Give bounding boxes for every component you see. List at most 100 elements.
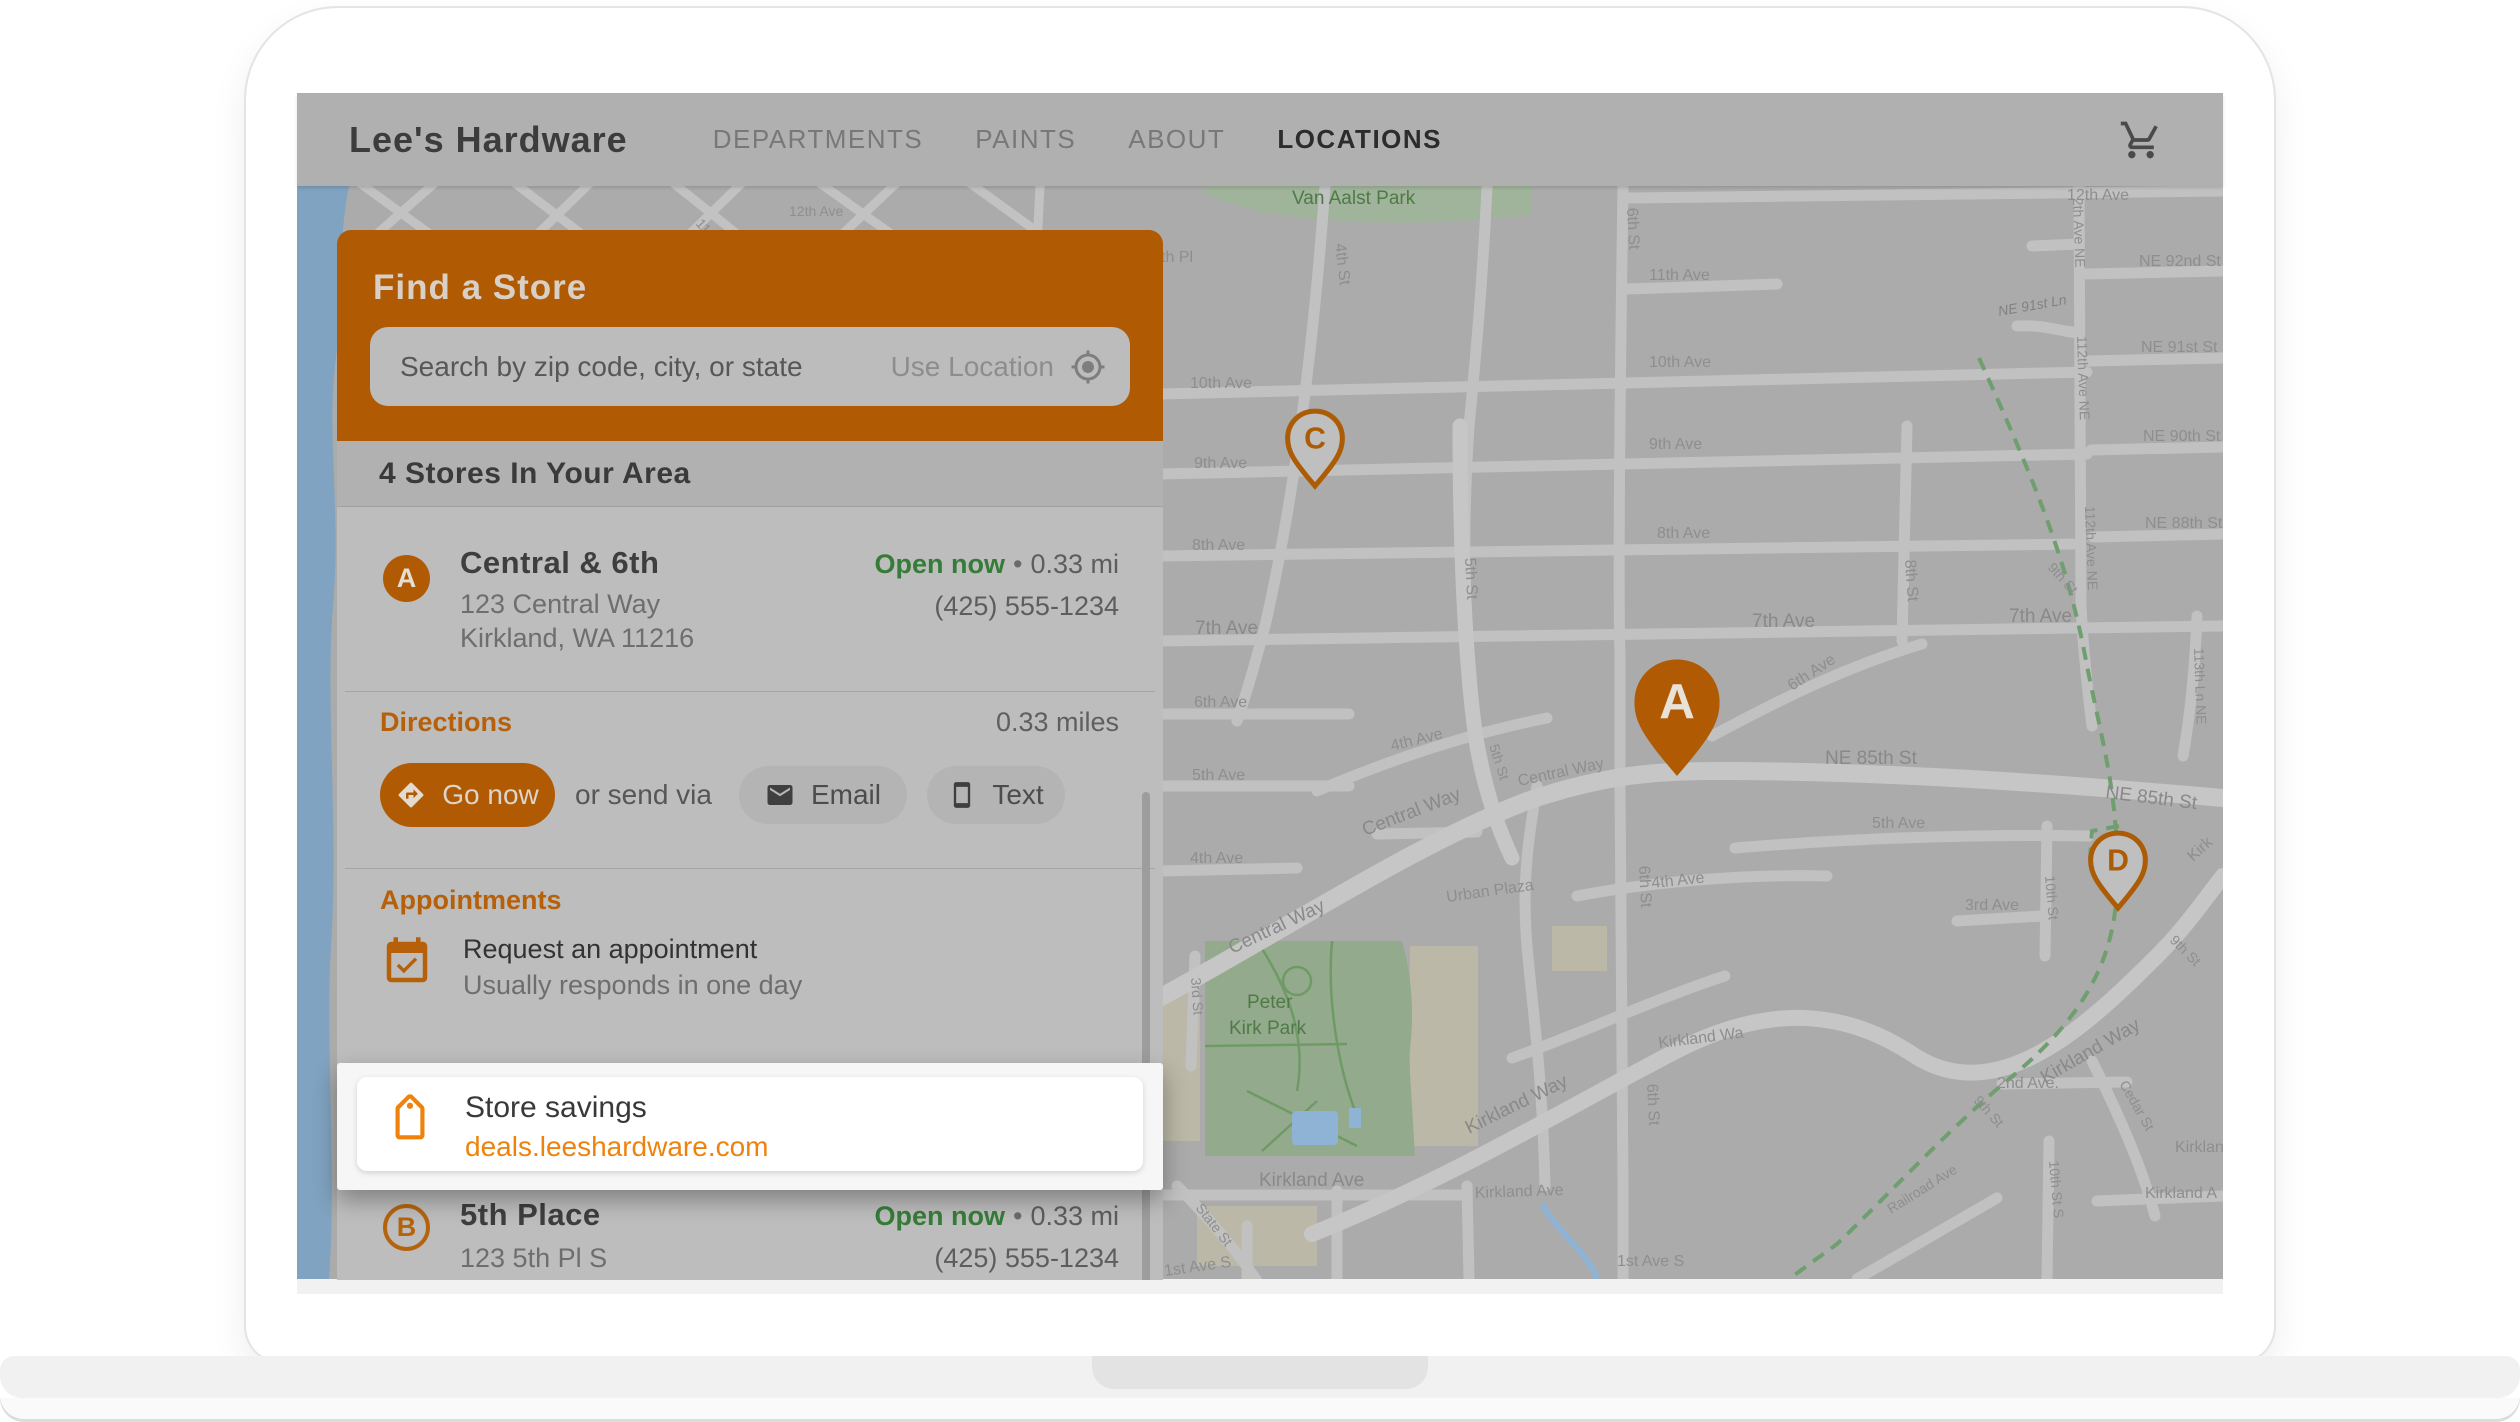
panel-scrollbar[interactable]	[1142, 792, 1150, 1280]
brand-logo[interactable]: Lee's Hardware	[349, 119, 628, 161]
use-location-label: Use Location	[891, 351, 1054, 383]
map-label-11th-ave: 11th Ave	[1649, 267, 1710, 284]
map-label-1st-ave-s-e: 1st Ave S	[1617, 1253, 1684, 1270]
map-label-ne-85th-w: NE 85th St	[1825, 748, 1918, 769]
tag-icon	[375, 1087, 446, 1158]
pin-a-letter: A	[1659, 674, 1695, 729]
map-label-12th-ave-west: 12th Ave	[789, 203, 843, 219]
map-label-kirk-park: Kirk Park	[1229, 1018, 1307, 1039]
page: Van Aalst Park th Pl 11th 12th Ave 12th …	[0, 0, 2520, 1422]
store-b-address1: 123 5th Pl S	[460, 1243, 607, 1274]
map-label-3rd-st: 3rd St	[1188, 977, 1207, 1015]
directions-icon	[396, 780, 426, 810]
panel-title: Find a Store	[373, 268, 587, 308]
map-label-5th-ave-m: 5th Ave	[1872, 815, 1925, 832]
map-label-kirkland-a: Kirkland A	[2145, 1185, 2217, 1202]
map-label-10th-ave-e: 10th Ave	[1649, 354, 1711, 371]
map-label-7th-ave-m: 7th Ave	[1752, 611, 1815, 632]
park-pond-small	[1349, 1108, 1361, 1128]
nav-link-paints[interactable]: PAINTS	[975, 124, 1076, 155]
store-b-badge: B	[383, 1204, 430, 1251]
store-a-badge: A	[383, 555, 430, 602]
store-a-name[interactable]: Central & 6th	[460, 545, 659, 581]
map-label-th-pl: th Pl	[1161, 249, 1193, 266]
map-label-6th-st-top: 6th St	[1623, 207, 1642, 250]
pin-d-letter: D	[2107, 845, 2129, 878]
store-savings-title: Store savings	[465, 1091, 647, 1125]
store-savings-card[interactable]: Store savings deals.leeshardware.com	[357, 1077, 1143, 1171]
appointment-response-note: Usually responds in one day	[463, 970, 802, 1001]
map-label-7th-ave-e: 7th Ave	[2009, 606, 2072, 627]
directions-title: Directions	[380, 707, 512, 738]
map-label-van-aalst-park: Van Aalst Park	[1292, 188, 1416, 209]
map-label-4th-ave-w: 4th Ave	[1190, 850, 1243, 867]
nav-link-about[interactable]: ABOUT	[1128, 124, 1225, 155]
bullet-separator: •	[1005, 549, 1030, 579]
map-label-8th-st: 8th St	[1901, 559, 1921, 602]
map-label-6th-ave-w: 6th Ave	[1194, 694, 1247, 711]
map-label-kirkland-ave-w: Kirkland Ave	[1259, 1170, 1364, 1191]
store-a-status-line: Open now•0.33 mi	[875, 549, 1120, 580]
map-label-kirkland-ave-m: Kirkland Ave	[1475, 1182, 1564, 1202]
map-label-6th-st-mid: 6th St	[1635, 865, 1654, 908]
store-b-distance: 0.33 mi	[1030, 1201, 1119, 1231]
map-label-ne-91st: NE 91st St	[2141, 339, 2218, 356]
nav-link-departments[interactable]: DEPARTMENTS	[713, 124, 924, 155]
map-label-8th-ave-e: 8th Ave	[1657, 525, 1710, 542]
store-b-name[interactable]: 5th Place	[460, 1197, 601, 1233]
appointments-title: Appointments	[380, 885, 562, 916]
map-label-3rd-ave: 3rd Ave	[1965, 897, 2019, 914]
map-label-112th-ave-ne-2: 112th Ave NE	[2082, 506, 2101, 591]
map-label-kirklan: Kirklan	[2175, 1139, 2223, 1156]
store-b-open-status: Open now	[875, 1201, 1006, 1231]
map-label-7th-ave-w: 7th Ave	[1195, 618, 1258, 639]
laptop-base	[0, 1398, 2520, 1422]
pin-c-letter: C	[1304, 423, 1326, 456]
map-label-113th-ln-ne: 113th Ln NE	[2191, 648, 2210, 725]
park-pond	[1292, 1111, 1338, 1145]
store-a-address2: Kirkland, WA 11216	[460, 623, 694, 654]
go-now-label: Go now	[442, 779, 539, 811]
store-a-open-status: Open now	[875, 549, 1006, 579]
store-search-box: Use Location	[370, 327, 1130, 406]
map-label-6th-st-s: 6th St	[1643, 1083, 1662, 1126]
search-input[interactable]	[398, 350, 891, 384]
top-nav: Lee's Hardware DEPARTMENTS PAINTS ABOUT …	[297, 93, 2223, 186]
or-send-via-label: or send via	[575, 779, 712, 811]
store-locator-panel: Find a Store Use Location 4 Stores In Yo…	[337, 230, 1163, 1280]
map-label-10th-ave-w: 10th Ave	[1190, 375, 1252, 392]
store-a-distance: 0.33 mi	[1030, 549, 1119, 579]
request-appointment-link[interactable]: Request an appointment	[463, 934, 757, 965]
email-button[interactable]: Email	[739, 766, 907, 824]
map-label-8th-ave-w: 8th Ave	[1192, 537, 1245, 554]
text-button[interactable]: Text	[927, 766, 1065, 824]
store-a-address1: 123 Central Way	[460, 589, 660, 620]
crosshair-icon	[1070, 349, 1106, 385]
use-location-button[interactable]: Use Location	[891, 349, 1106, 385]
map-label-112th-ave-ne-1: 112th Ave NE	[2074, 336, 2093, 421]
map-label-12th-ave-ne: 2th Ave NE	[2070, 198, 2088, 268]
browser-bottom-strip	[297, 1279, 2223, 1294]
store-b-phone[interactable]: (425) 555-1234	[934, 1243, 1119, 1274]
directions-distance: 0.33 miles	[996, 707, 1119, 738]
go-now-button[interactable]: Go now	[380, 763, 555, 827]
store-savings-link[interactable]: deals.leeshardware.com	[465, 1131, 769, 1163]
map-label-9th-ave-e: 9th Ave	[1649, 436, 1702, 453]
divider	[345, 868, 1155, 869]
map-label-ne-92nd: NE 92nd St	[2139, 253, 2221, 270]
email-label: Email	[811, 779, 881, 811]
shopping-cart-icon[interactable]	[2119, 118, 2163, 162]
text-label: Text	[992, 779, 1043, 811]
divider	[345, 691, 1155, 692]
map-label-ne-88th: NE 88th St	[2145, 515, 2223, 532]
laptop-notch	[1092, 1356, 1428, 1389]
store-b-status-line: Open now•0.33 mi	[875, 1201, 1120, 1232]
nav-links: DEPARTMENTS PAINTS ABOUT LOCATIONS	[713, 124, 1442, 155]
store-a-phone[interactable]: (425) 555-1234	[934, 591, 1119, 622]
panel-header: Find a Store Use Location	[337, 230, 1163, 441]
map-label-9th-ave-w: 9th Ave	[1194, 455, 1247, 472]
map-label-peter: Peter	[1247, 992, 1293, 1013]
map-label-5th-st: 5th St	[1461, 557, 1480, 600]
email-icon	[765, 780, 795, 810]
nav-link-locations[interactable]: LOCATIONS	[1277, 124, 1442, 155]
